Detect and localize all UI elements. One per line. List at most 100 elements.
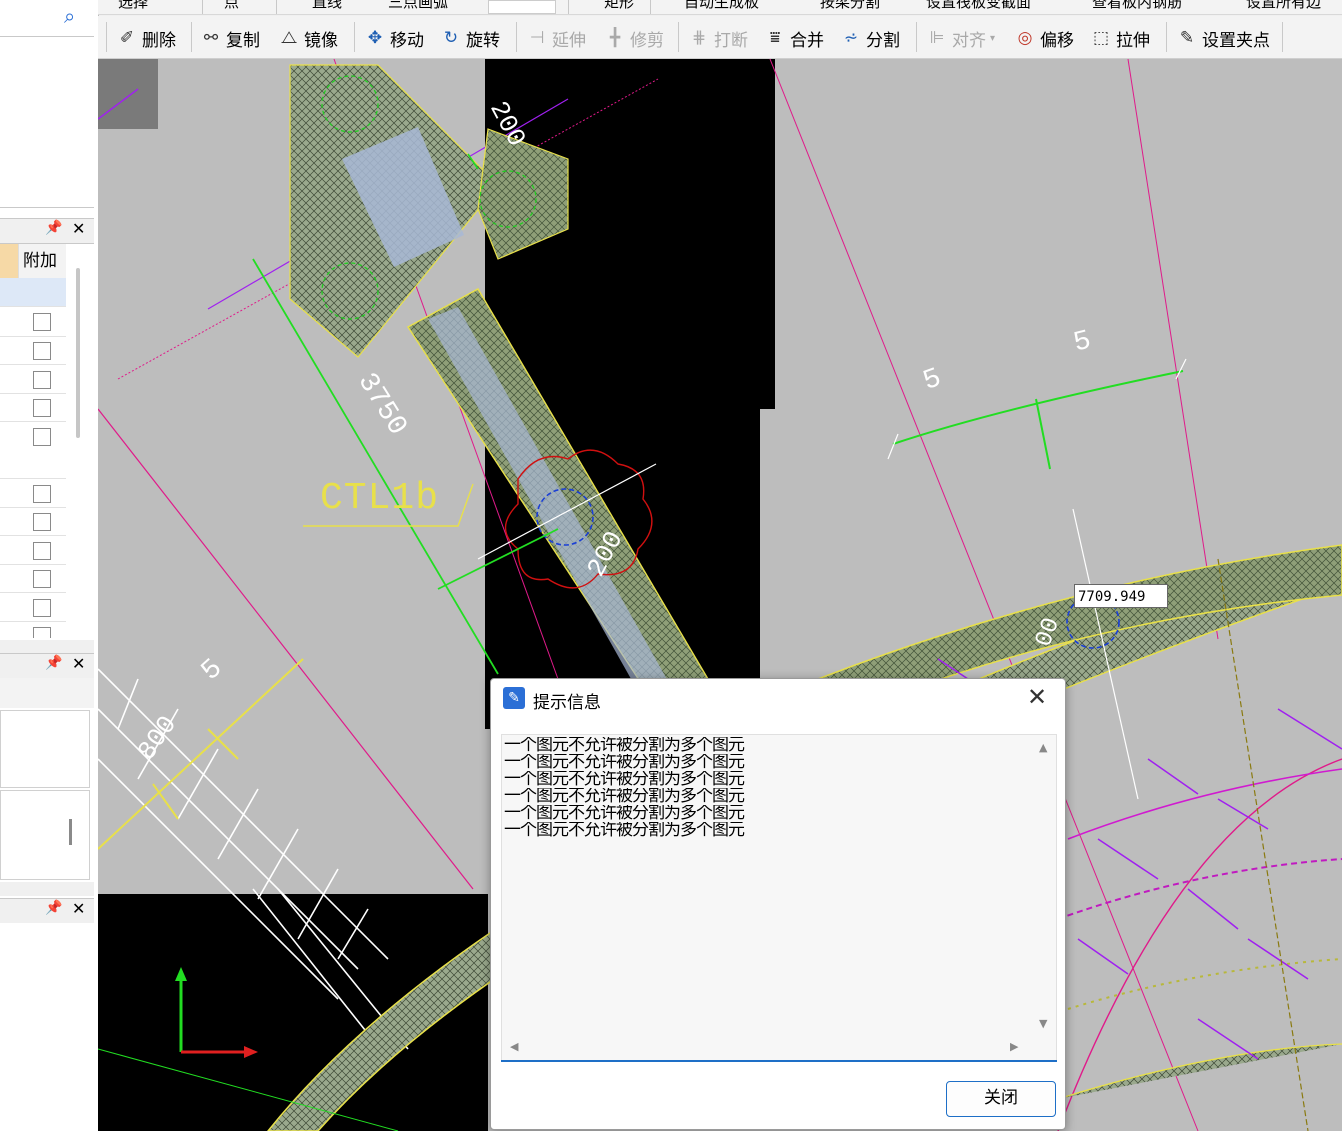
stretch-label: 拉伸 bbox=[1116, 30, 1150, 51]
checkbox[interactable] bbox=[33, 313, 51, 331]
pin-icon[interactable]: 📌 bbox=[45, 900, 62, 916]
trim-button[interactable]: ╋ 修剪 bbox=[604, 26, 664, 51]
pin-icon[interactable]: 📌 bbox=[45, 220, 62, 236]
selected-row[interactable] bbox=[0, 278, 66, 306]
arc-line bbox=[1067, 958, 1342, 1010]
scroll-down-icon[interactable]: ▼ bbox=[1039, 1017, 1047, 1030]
properties-panel-titlebar: 📌 ✕ bbox=[0, 218, 94, 244]
stretch-button[interactable]: ⬚ 拉伸 bbox=[1090, 26, 1150, 51]
app-icon: ✎ bbox=[503, 687, 525, 709]
copy-button[interactable]: ⚯ 复制 bbox=[200, 26, 260, 51]
checkbox[interactable] bbox=[33, 371, 51, 389]
message-line: 一个图元不允许被分割为多个图元 bbox=[504, 771, 745, 788]
coordinate-readout: 7709.949 bbox=[1074, 584, 1168, 608]
mirror-button[interactable]: ⧍ 镜像 bbox=[278, 26, 338, 51]
checkbox[interactable] bbox=[33, 599, 51, 617]
align-dropdown[interactable]: ⊫ 对齐 ▾ bbox=[926, 26, 995, 51]
tool-three-point-arc[interactable]: 三点画弧 bbox=[388, 0, 448, 12]
move-icon: ✥ bbox=[367, 28, 383, 48]
extend-label: 延伸 bbox=[552, 30, 586, 51]
tool-dropdown[interactable] bbox=[488, 0, 556, 14]
message-line: 一个图元不允许被分割为多个图元 bbox=[504, 822, 745, 839]
tool-view-slab-rebar[interactable]: 查看板内钢筋 bbox=[1092, 0, 1182, 12]
move-button[interactable]: ✥ 移动 bbox=[364, 26, 424, 51]
merge-button[interactable]: ⩸ 合并 bbox=[764, 26, 824, 51]
trim-icon: ╋ bbox=[609, 28, 621, 48]
scrollbar-thumb[interactable] bbox=[69, 819, 72, 845]
vertical-scrollbar[interactable]: ▲ ▼ bbox=[1032, 735, 1056, 1035]
tool-set-all-edges[interactable]: 设置所有边 bbox=[1246, 0, 1321, 12]
panel-toolbar bbox=[0, 678, 94, 708]
horizontal-scrollbar[interactable]: ◀ ▶ bbox=[502, 1035, 1056, 1061]
search-icon[interactable]: ⌕ bbox=[64, 4, 75, 28]
dimension-tick bbox=[1175, 358, 1187, 380]
tool-split-by-beam[interactable]: 按梁分割 bbox=[820, 0, 880, 12]
column-header-additional[interactable]: 附加 bbox=[18, 244, 66, 278]
close-icon[interactable]: ✕ bbox=[1027, 683, 1047, 711]
trim-label: 修剪 bbox=[630, 30, 664, 51]
rotate-button[interactable]: ↻ 旋转 bbox=[440, 26, 500, 51]
message-textarea[interactable]: 一个图元不允许被分割为多个图元 一个图元不允许被分割为多个图元 一个图元不允许被… bbox=[501, 734, 1057, 1062]
arc-line bbox=[1067, 768, 1342, 840]
align-label: 对齐 bbox=[952, 30, 986, 51]
scroll-right-icon[interactable]: ▶ bbox=[1010, 1040, 1018, 1053]
copy-icon: ⚯ bbox=[203, 28, 219, 48]
draw-toolbar: 选择 点 直线 三点画弧 矩形 自动生成板 按梁分割 设置筏板变截面 查看板内钢… bbox=[98, 0, 1342, 15]
extend-button[interactable]: ⊣ 延伸 bbox=[526, 26, 586, 51]
checkbox[interactable] bbox=[33, 570, 51, 588]
tree-panel bbox=[0, 37, 94, 208]
tool-line[interactable]: 直线 bbox=[312, 0, 342, 12]
message-line: 一个图元不允许被分割为多个图元 bbox=[504, 788, 745, 805]
checkbox[interactable] bbox=[33, 542, 51, 560]
close-icon[interactable]: ✕ bbox=[72, 899, 85, 918]
scrollbar-thumb[interactable] bbox=[76, 268, 80, 438]
tool-auto-generate-slab[interactable]: 自动生成板 bbox=[684, 0, 759, 12]
break-icon: ⋕ bbox=[691, 28, 707, 48]
axis-line bbox=[1217, 558, 1309, 1131]
merge-label: 合并 bbox=[790, 30, 824, 51]
split-button[interactable]: ⩫ 分割 bbox=[840, 26, 900, 51]
tool-rectangle[interactable]: 矩形 bbox=[604, 0, 634, 12]
table-header-cell bbox=[0, 244, 18, 278]
dimension-tick bbox=[1035, 398, 1051, 470]
pin-icon[interactable]: 📌 bbox=[45, 655, 62, 671]
panel-gap bbox=[0, 640, 94, 654]
break-label: 打断 bbox=[714, 30, 748, 51]
search-field[interactable]: ⌕ bbox=[0, 0, 94, 37]
checkbox[interactable] bbox=[33, 399, 51, 417]
checkbox[interactable] bbox=[33, 342, 51, 360]
checkbox[interactable] bbox=[33, 627, 51, 638]
checkbox[interactable] bbox=[33, 513, 51, 531]
panel-gap bbox=[0, 882, 94, 896]
close-button[interactable]: 关闭 bbox=[946, 1081, 1056, 1117]
panel-content-2 bbox=[0, 790, 90, 880]
set-grip-button[interactable]: ✎ 设置夹点 bbox=[1176, 26, 1270, 51]
checkbox[interactable] bbox=[33, 485, 51, 503]
split-icon: ⩫ bbox=[843, 28, 859, 48]
message-line: 一个图元不允许被分割为多个图元 bbox=[504, 805, 745, 822]
eraser-icon: ✐ bbox=[119, 28, 135, 48]
align-icon: ⊫ bbox=[929, 28, 945, 48]
message-line: 一个图元不允许被分割为多个图元 bbox=[504, 754, 745, 771]
delete-label: 删除 bbox=[142, 30, 176, 51]
panel-content-3 bbox=[0, 923, 94, 1131]
tool-raft-variable-section[interactable]: 设置筏板变截面 bbox=[926, 0, 1031, 12]
edit-toolbar: ✐ 删除 ⚯ 复制 ⧍ 镜像 ✥ 移动 ↻ 旋转 ⊣ 延伸 ╋ 修剪 ⋕ 打断 … bbox=[98, 16, 1342, 59]
offset-button[interactable]: ◎ 偏移 bbox=[1014, 26, 1074, 51]
message-list: 一个图元不允许被分割为多个图元 一个图元不允许被分割为多个图元 一个图元不允许被… bbox=[502, 737, 1030, 839]
scroll-left-icon[interactable]: ◀ bbox=[510, 1040, 518, 1053]
layer-panel-titlebar: 📌 ✕ bbox=[0, 653, 94, 679]
close-icon[interactable]: ✕ bbox=[72, 219, 85, 238]
move-label: 移动 bbox=[390, 30, 424, 51]
delete-button[interactable]: ✐ 删除 bbox=[116, 26, 176, 51]
merge-icon: ⩸ bbox=[769, 28, 781, 48]
close-icon[interactable]: ✕ bbox=[72, 654, 85, 673]
mirror-icon: ⧍ bbox=[281, 28, 297, 48]
break-button[interactable]: ⋕ 打断 bbox=[688, 26, 748, 51]
checkbox[interactable] bbox=[33, 428, 51, 446]
scroll-up-icon[interactable]: ▲ bbox=[1039, 741, 1047, 754]
grip-pen-icon: ✎ bbox=[1179, 28, 1195, 48]
stretch-icon: ⬚ bbox=[1092, 28, 1110, 48]
tool-select[interactable]: 选择 bbox=[118, 0, 148, 12]
tool-point[interactable]: 点 bbox=[224, 0, 239, 12]
